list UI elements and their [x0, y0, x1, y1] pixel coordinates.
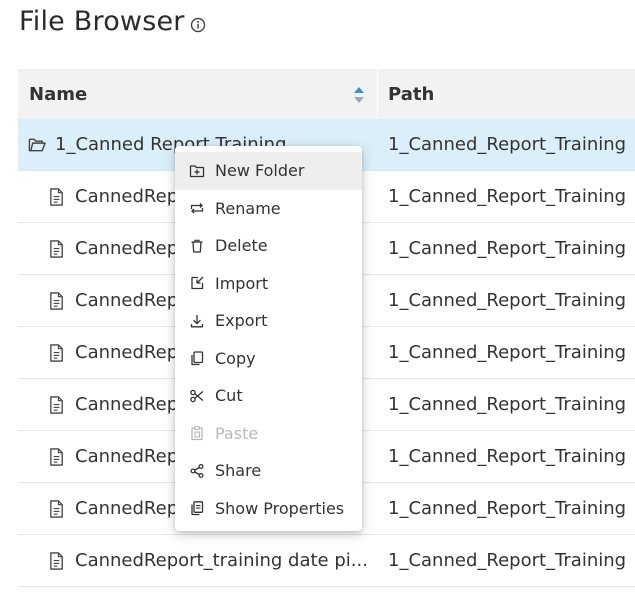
column-header-path[interactable]: Path — [378, 69, 635, 119]
menu-item-show-properties[interactable]: Show Properties — [175, 490, 362, 528]
file-icon — [50, 499, 63, 518]
scissors-icon — [190, 389, 204, 402]
menu-item-label: Copy — [215, 348, 256, 368]
cell-path[interactable]: 1_Canned_Report_Training — [378, 238, 635, 259]
menu-item-export[interactable]: Export — [175, 302, 362, 340]
menu-item-import[interactable]: Import — [175, 265, 362, 303]
column-header-name[interactable]: Name — [18, 69, 377, 119]
cell-path[interactable]: 1_Canned_Report_Training — [378, 134, 635, 155]
file-name: CannedRep — [75, 290, 179, 311]
cell-name[interactable]: CannedReport_training date pi... — [18, 550, 378, 571]
page-title-text: File Browser — [19, 6, 185, 37]
page-title: File Browser — [19, 6, 206, 37]
cell-path[interactable]: 1_Canned_Report_Training — [378, 394, 635, 415]
menu-item-label: Rename — [215, 198, 281, 218]
menu-item-label: Import — [215, 273, 269, 293]
file-name: CannedRep — [75, 498, 179, 519]
copy-icon — [191, 351, 204, 366]
context-menu: New Folder Rename Delete Import Export Copy Cu… — [175, 146, 362, 531]
table-row[interactable]: CannedReport_training date pi... 1_Canned… — [18, 535, 635, 587]
menu-item-new-folder[interactable]: New Folder — [175, 152, 362, 190]
file-name: CannedRep — [75, 446, 179, 467]
file-name: CannedRep — [75, 394, 179, 415]
paste-icon — [191, 426, 203, 441]
menu-item-cut[interactable]: Cut — [175, 377, 362, 415]
menu-item-label: Share — [215, 461, 262, 481]
cell-path[interactable]: 1_Canned_Report_Training — [378, 446, 635, 467]
file-icon — [50, 551, 63, 570]
cell-path[interactable]: 1_Canned_Report_Training — [378, 550, 635, 571]
file-icon — [50, 187, 63, 206]
share-icon — [190, 463, 204, 478]
menu-item-label: Paste — [215, 423, 259, 443]
menu-item-rename[interactable]: Rename — [175, 190, 362, 228]
file-icon — [50, 291, 63, 310]
rename-icon — [190, 203, 204, 214]
info-icon[interactable] — [190, 17, 206, 33]
file-icon — [50, 239, 63, 258]
folder-open-icon — [28, 138, 46, 151]
menu-item-share[interactable]: Share — [175, 452, 362, 490]
menu-item-copy[interactable]: Copy — [175, 340, 362, 378]
file-name: CannedRep — [75, 238, 179, 259]
menu-item-label: Show Properties — [215, 498, 345, 518]
file-name: CannedRep — [75, 342, 179, 363]
menu-item-paste: Paste — [175, 415, 362, 453]
download-icon — [190, 314, 204, 328]
cell-path[interactable]: 1_Canned_Report_Training — [378, 342, 635, 363]
cell-path[interactable]: 1_Canned_Report_Training — [378, 186, 635, 207]
file-name: CannedRep — [75, 186, 179, 207]
menu-item-label: Delete — [215, 236, 268, 256]
properties-icon — [191, 501, 204, 516]
file-name: CannedReport_training date pi... — [75, 550, 368, 571]
file-icon — [50, 343, 63, 362]
column-header-path-label: Path — [388, 83, 435, 105]
trash-icon — [191, 239, 203, 253]
file-icon — [50, 395, 63, 414]
menu-item-label: Export — [215, 311, 268, 331]
import-icon — [191, 276, 204, 290]
new-folder-icon — [189, 165, 205, 177]
table-header: Name Path — [18, 69, 635, 119]
file-icon — [50, 447, 63, 466]
cell-path[interactable]: 1_Canned_Report_Training — [378, 498, 635, 519]
sort-icon[interactable] — [353, 86, 365, 104]
column-header-name-label: Name — [29, 83, 88, 105]
menu-item-label: Cut — [215, 386, 243, 406]
menu-item-delete[interactable]: Delete — [175, 227, 362, 265]
cell-path[interactable]: 1_Canned_Report_Training — [378, 290, 635, 311]
menu-item-label: New Folder — [215, 161, 305, 181]
